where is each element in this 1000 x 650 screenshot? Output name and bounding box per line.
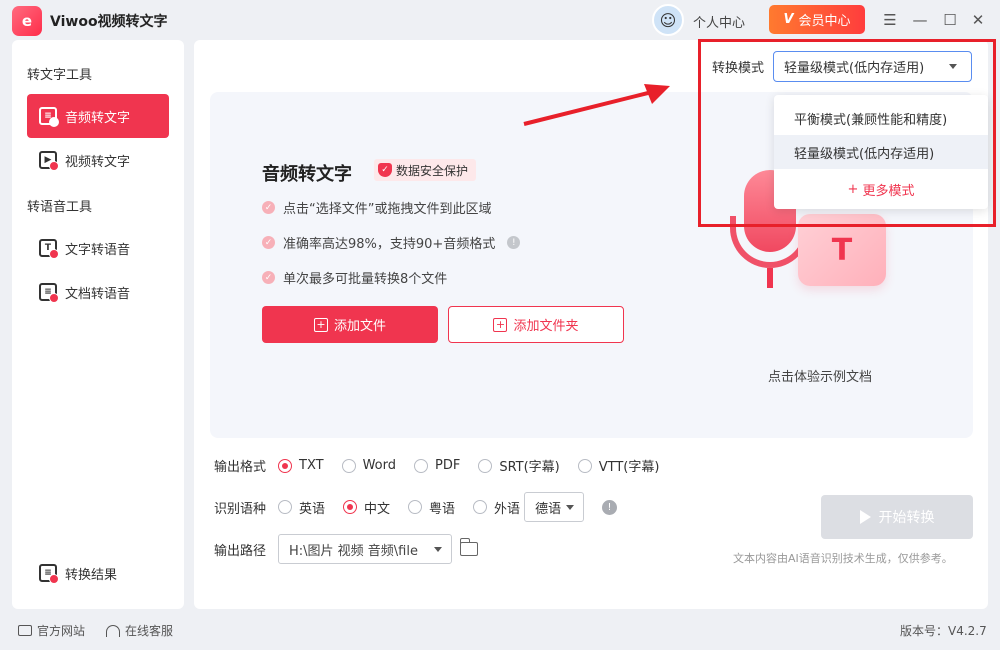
add-folder-label: 添加文件夹 bbox=[513, 319, 579, 334]
mode-option-balanced[interactable]: 平衡模式(兼顾性能和精度) bbox=[774, 101, 988, 135]
output-path-select[interactable]: H:\图片 视频 音频\file bbox=[278, 534, 452, 564]
security-badge: ✓ 数据安全保护 bbox=[374, 159, 477, 181]
start-convert-label: 开始转换 bbox=[878, 510, 935, 526]
text-to-speech-icon: T bbox=[39, 239, 59, 259]
sidebar-item-label: 文字转语音 bbox=[65, 242, 131, 258]
sidebar-item-results[interactable]: ≡ 转换结果 bbox=[27, 551, 169, 595]
output-path-label: 输出路径 bbox=[214, 543, 267, 559]
output-format-label: 输出格式 bbox=[214, 460, 267, 475]
more-modes-button[interactable]: + 更多模式 bbox=[774, 172, 988, 206]
sidebar-item-text-to-speech[interactable]: T 文字转语音 bbox=[27, 226, 169, 270]
sidebar-item-label: 转换结果 bbox=[65, 567, 118, 583]
format-radio-word[interactable]: Word bbox=[341, 458, 396, 473]
add-file-button[interactable]: + 添加文件 bbox=[262, 306, 438, 343]
vip-center-button[interactable]: V 会员中心 bbox=[769, 5, 865, 34]
plus-icon: + bbox=[847, 181, 859, 197]
vip-icon: V bbox=[783, 12, 794, 27]
minimize-icon[interactable]: — bbox=[910, 10, 930, 30]
feature-item: ✓ 点击“选择文件”或拖拽文件到此区域 bbox=[262, 198, 491, 217]
sidebar-item-doc-to-speech[interactable]: ≡ 文档转语音 bbox=[27, 270, 169, 314]
mode-option-lightweight[interactable]: 轻量级模式(低内存适用) bbox=[774, 135, 988, 169]
results-icon: ≡ bbox=[39, 564, 59, 584]
check-icon: ✓ bbox=[262, 271, 275, 284]
shield-icon: ✓ bbox=[378, 163, 392, 177]
add-folder-icon: + bbox=[493, 317, 508, 332]
format-radio-vtt[interactable]: VTT(字幕) bbox=[577, 456, 659, 475]
user-center-link[interactable]: 个人中心 bbox=[693, 12, 745, 31]
info-icon[interactable]: ! bbox=[602, 499, 618, 515]
format-radio-pdf[interactable]: PDF bbox=[413, 458, 460, 473]
feature-text: 准确率高达98%，支持90+音频格式 bbox=[283, 237, 496, 252]
sidebar-group-to-text: 转文字工具 bbox=[27, 68, 93, 83]
lang-radio-cantonese[interactable]: 粤语 bbox=[408, 498, 455, 517]
language-row: 识别语种 英语 中文 粤语 外语 德语 ! bbox=[214, 492, 618, 522]
chevron-down-icon bbox=[949, 64, 957, 69]
page-title: 音频转文字 bbox=[262, 164, 352, 185]
feature-text: 单次最多可批量转换8个文件 bbox=[283, 272, 448, 287]
more-modes-label: 更多模式 bbox=[862, 183, 915, 199]
feature-item: ✓ 准确率高达98%，支持90+音频格式 ! bbox=[262, 233, 521, 252]
add-file-label: 添加文件 bbox=[333, 319, 386, 334]
app-logo: e bbox=[12, 6, 42, 36]
maximize-icon[interactable]: ☐ bbox=[940, 10, 960, 30]
monitor-icon bbox=[18, 625, 32, 636]
info-icon[interactable]: ! bbox=[507, 236, 521, 249]
check-icon: ✓ bbox=[262, 201, 275, 214]
doc-to-speech-icon: ≡ bbox=[39, 283, 59, 303]
add-folder-button[interactable]: + 添加文件夹 bbox=[448, 306, 624, 343]
feature-item: ✓ 单次最多可批量转换8个文件 bbox=[262, 268, 447, 287]
title-bar: e Viwoo视频转文字 ☺ 个人中心 V 会员中心 ☰ — ☐ ✕ bbox=[0, 0, 1000, 40]
chevron-down-icon bbox=[566, 505, 575, 510]
sidebar-item-label: 音频转文字 bbox=[65, 110, 131, 126]
disclaimer-text: 文本内容由AI语音识别技术生成，仅供参考。 bbox=[733, 552, 953, 565]
mode-selected-value: 轻量级模式(低内存适用) bbox=[784, 61, 925, 76]
mode-dropdown-menu: 平衡模式(兼顾性能和精度) 轻量级模式(低内存适用) + 更多模式 bbox=[774, 95, 988, 209]
format-radio-txt[interactable]: TXT bbox=[278, 458, 324, 473]
play-icon bbox=[859, 510, 871, 524]
video-to-text-icon: ▶ bbox=[39, 151, 59, 171]
chevron-down-icon bbox=[434, 547, 442, 552]
close-icon[interactable]: ✕ bbox=[968, 10, 988, 30]
lang-radio-english[interactable]: 英语 bbox=[278, 498, 325, 517]
start-convert-button[interactable]: 开始转换 bbox=[821, 495, 973, 539]
sidebar-item-label: 视频转文字 bbox=[65, 154, 131, 170]
sidebar-group-to-speech: 转语音工具 bbox=[27, 200, 93, 215]
feature-text: 点击“选择文件”或拖拽文件到此区域 bbox=[283, 202, 492, 217]
app-title: Viwoo视频转文字 bbox=[50, 14, 168, 30]
check-icon: ✓ bbox=[262, 236, 275, 249]
headset-icon bbox=[106, 624, 120, 637]
sidebar-item-audio-to-text[interactable]: ≡ 音频转文字 bbox=[27, 94, 169, 138]
menu-icon[interactable]: ☰ bbox=[880, 10, 900, 30]
sample-document-link[interactable]: 点击体验示例文档 bbox=[768, 366, 872, 385]
sidebar: 转文字工具 ≡ 音频转文字 ▶ 视频转文字 转语音工具 T 文字转语音 ≡ 文档… bbox=[12, 40, 184, 609]
sidebar-item-video-to-text[interactable]: ▶ 视频转文字 bbox=[27, 138, 169, 182]
user-avatar[interactable]: ☺ bbox=[652, 4, 684, 36]
audio-to-text-icon: ≡ bbox=[39, 107, 59, 127]
vip-center-label: 会员中心 bbox=[798, 14, 851, 29]
folder-icon[interactable] bbox=[460, 538, 478, 556]
add-file-icon: + bbox=[313, 317, 328, 332]
online-support-link[interactable]: 在线客服 bbox=[106, 622, 173, 639]
mode-label: 转换模式 bbox=[712, 61, 765, 76]
language-label: 识别语种 bbox=[214, 501, 267, 517]
lang-radio-chinese[interactable]: 中文 bbox=[343, 498, 390, 517]
annotation-arrow bbox=[523, 84, 670, 126]
official-website-link[interactable]: 官方网站 bbox=[18, 622, 85, 639]
mode-select[interactable]: 轻量级模式(低内存适用) bbox=[773, 51, 972, 82]
foreign-language-select[interactable]: 德语 bbox=[524, 492, 585, 522]
security-badge-label: 数据安全保护 bbox=[396, 163, 469, 178]
format-radio-srt[interactable]: SRT(字幕) bbox=[478, 456, 560, 475]
output-format-row: 输出格式 TXT Word PDF SRT(字幕) VTT(字幕) bbox=[214, 456, 677, 475]
lang-radio-foreign[interactable]: 外语 bbox=[473, 498, 520, 517]
sidebar-item-label: 文档转语音 bbox=[65, 286, 131, 302]
version-label: 版本号：V4.2.7 bbox=[900, 624, 987, 638]
output-path-row: 输出路径 H:\图片 视频 音频\file bbox=[214, 534, 478, 564]
text-card-icon: T bbox=[798, 214, 886, 286]
